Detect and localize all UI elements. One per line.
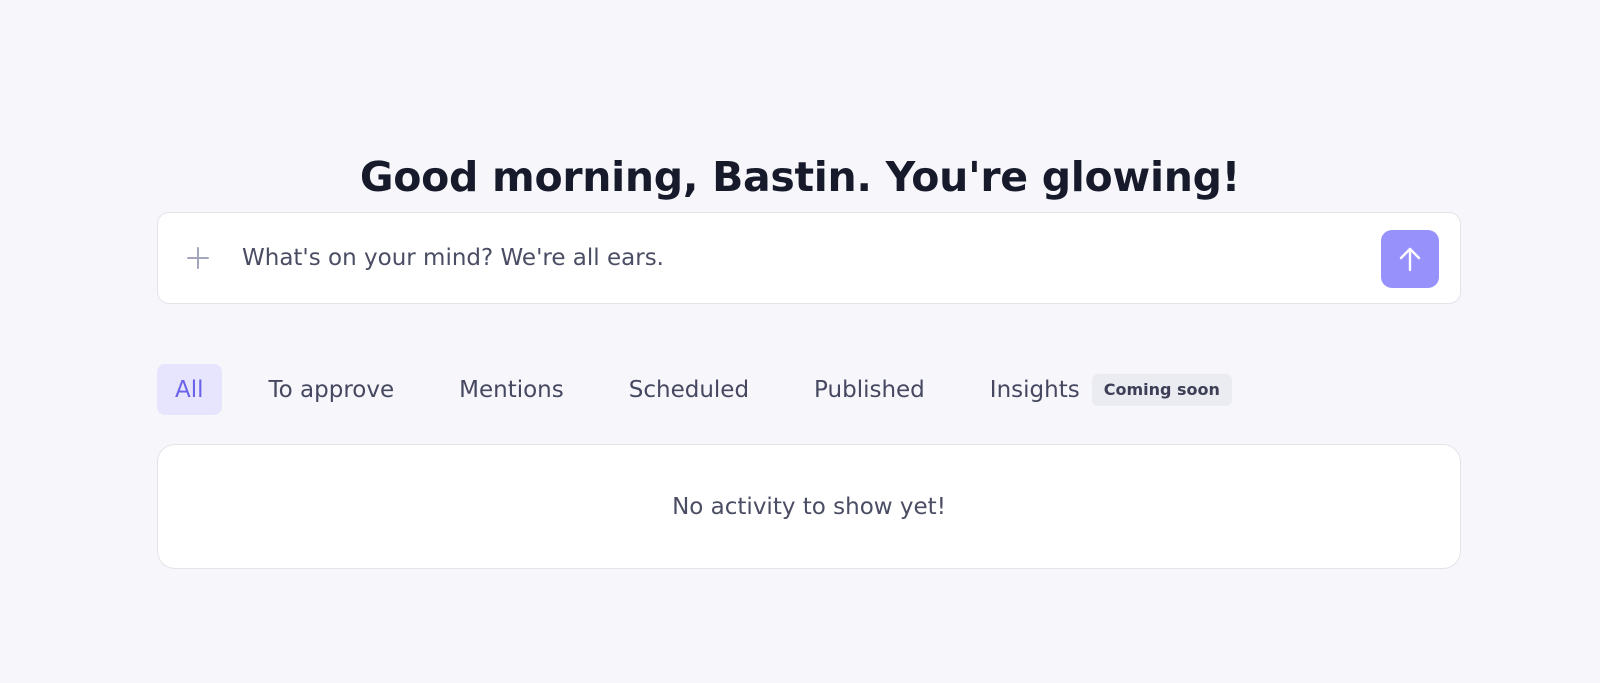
tab-label: Scheduled (628, 376, 750, 403)
arrow-up-icon (1396, 245, 1424, 273)
post-input[interactable] (242, 237, 1342, 279)
tab-label: All (175, 376, 204, 403)
tab-label: Mentions (459, 376, 564, 403)
tab-scheduled[interactable]: Scheduled (610, 364, 768, 415)
send-button[interactable] (1381, 230, 1439, 288)
page-title: Good morning, Bastin. You're glowing! (359, 153, 1241, 202)
coming-soon-badge: Coming soon (1091, 373, 1232, 406)
activity-panel: No activity to show yet! (157, 444, 1461, 569)
tab-published[interactable]: Published (795, 364, 944, 415)
plus-icon[interactable] (186, 246, 210, 270)
tab-all[interactable]: All (157, 364, 222, 415)
post-composer (157, 212, 1461, 304)
tab-label: Published (814, 376, 925, 403)
tab-to-approve[interactable]: To approve (250, 364, 414, 415)
tab-insights[interactable]: Insights Coming soon (971, 364, 1244, 415)
tab-mentions[interactable]: Mentions (440, 364, 583, 415)
activity-tabs: All To approve Mentions Scheduled Publis… (157, 364, 1244, 415)
tab-label: Insights (989, 376, 1080, 403)
tab-label: To approve (268, 376, 395, 403)
empty-state-message: No activity to show yet! (672, 493, 946, 520)
